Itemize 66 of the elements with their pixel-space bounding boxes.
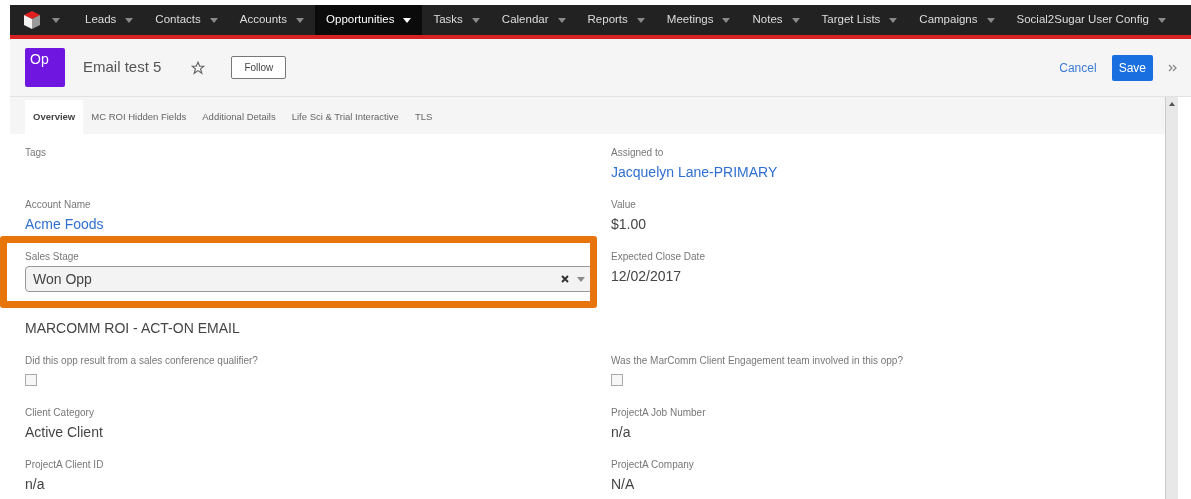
- scroll-up-arrow-icon[interactable]: [1169, 102, 1175, 106]
- caret-icon: [636, 17, 645, 23]
- follow-button[interactable]: Follow: [231, 56, 287, 79]
- cancel-link[interactable]: Cancel: [1059, 58, 1097, 77]
- field-label: ProjectA Client ID: [25, 459, 105, 471]
- tab[interactable]: Life Sci & Trial Interactive: [283, 100, 407, 134]
- tab[interactable]: Overview: [25, 100, 84, 134]
- field-value: Active Client: [25, 423, 104, 442]
- checkbox[interactable]: [25, 374, 37, 386]
- field-value: n/a: [25, 475, 46, 494]
- caret-icon: [125, 17, 134, 23]
- field-value: N/A: [611, 475, 636, 494]
- caret-icon: [889, 17, 898, 23]
- field-label: ProjectA Company: [611, 459, 695, 471]
- nav-menu-item[interactable]: Leads: [74, 5, 145, 35]
- tab[interactable]: TLS: [406, 100, 441, 134]
- caret-icon: [577, 276, 585, 282]
- nav-menu-item[interactable]: Meetings: [655, 5, 742, 35]
- nav-menu-item[interactable]: Opportunities: [315, 5, 423, 35]
- nav-menu-item[interactable]: Accounts: [228, 5, 316, 35]
- field-value: MARCOMM ROI - ACT-ON EMAIL: [25, 319, 241, 338]
- nav-menu-item[interactable]: Target Lists: [810, 5, 909, 35]
- field-label: Assigned to: [611, 147, 665, 159]
- field-label: Client Category: [25, 407, 95, 419]
- record-link[interactable]: Acme Foods: [25, 214, 104, 234]
- cube-logo-icon[interactable]: [24, 11, 40, 29]
- nav-menu-item[interactable]: Calendar: [490, 5, 577, 35]
- nav-menu-item[interactable]: Social2Sugar User Config: [1005, 5, 1177, 35]
- record-title: Email test 5: [83, 57, 162, 78]
- caret-icon: [1157, 17, 1166, 23]
- field-label: ProjectA Job Number: [611, 407, 707, 419]
- caret-icon: [209, 17, 218, 23]
- caret-icon: [986, 17, 995, 23]
- double-chevron-icon[interactable]: [1168, 63, 1177, 72]
- nav-menu-item[interactable]: Reports: [576, 5, 656, 35]
- caret-icon: [471, 17, 480, 23]
- caret-icon: [296, 17, 305, 23]
- field-label: Sales Stage: [25, 251, 80, 263]
- caret-icon: [791, 17, 800, 23]
- field-label: Account Name: [25, 199, 92, 211]
- field-label: Was the MarComm Client Engagement team involved in this opp?: [611, 355, 904, 367]
- nav-menu-item[interactable]: Tasks: [422, 5, 491, 35]
- tab[interactable]: Additional Details: [194, 100, 284, 134]
- field-label: Did this opp result from a sales conference qualifier?: [25, 355, 259, 367]
- tab[interactable]: MC ROI Hidden Fields: [83, 100, 195, 134]
- caret-icon: [52, 17, 60, 23]
- field-label: Value: [611, 199, 637, 211]
- field-value: 12/02/2017: [611, 267, 683, 286]
- caret-icon: [722, 17, 731, 23]
- clear-icon[interactable]: [561, 275, 569, 283]
- save-button[interactable]: Save: [1111, 54, 1153, 81]
- caret-icon: [403, 17, 412, 23]
- module-badge: Op: [25, 48, 65, 87]
- nav-menu-item[interactable]: Notes: [741, 5, 811, 35]
- field-value: n/a: [611, 423, 632, 442]
- nav-menu-item[interactable]: Campaigns: [908, 5, 1006, 35]
- star-icon[interactable]: [191, 60, 206, 75]
- nav-menu-item[interactable]: Contacts: [144, 5, 229, 35]
- field-value: $1.00: [611, 215, 648, 234]
- field-label: Expected Close Date: [611, 251, 706, 263]
- scrollbar[interactable]: [1165, 97, 1178, 499]
- caret-icon: [557, 17, 566, 23]
- checkbox[interactable]: [611, 374, 623, 386]
- field-label: Tags: [25, 147, 48, 159]
- record-link[interactable]: Jacquelyn Lane-PRIMARY: [611, 162, 778, 182]
- sales-stage-select[interactable]: Won Opp: [25, 266, 593, 292]
